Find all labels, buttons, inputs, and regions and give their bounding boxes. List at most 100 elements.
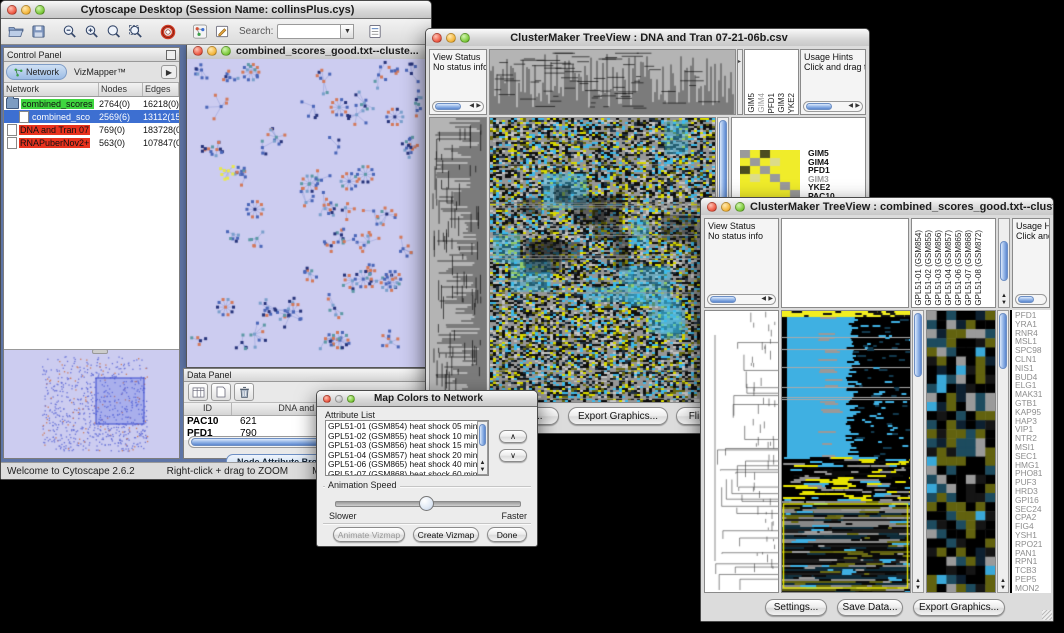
scrollbar-thumb[interactable] [479, 424, 486, 446]
scrollbar-thumb[interactable] [710, 296, 736, 303]
attribute-list-vscrollbar[interactable]: ▲▼ [477, 421, 488, 475]
network-tree-row[interactable]: DNA and Tran 07 769(0) 183728(0) [4, 123, 179, 136]
move-attribute-down-button[interactable]: ∨ [499, 449, 527, 462]
tv2-save-data-button[interactable]: Save Data... [837, 599, 903, 616]
network-window-titlebar[interactable]: combined_scores_good.txt--cluste... [187, 45, 431, 60]
gene-label[interactable]: MON2 [1015, 584, 1051, 593]
new-attribute-icon[interactable] [211, 383, 231, 401]
close-button[interactable] [323, 395, 331, 403]
tv2-usage-hscrollbar[interactable] [1015, 294, 1047, 305]
create-vizmap-button[interactable]: Create Vizmap [413, 527, 479, 542]
network-overview-icon[interactable] [191, 23, 209, 40]
scroll-arrows[interactable]: ▲▼ [913, 578, 923, 592]
minimize-button[interactable] [335, 395, 343, 403]
column-dendrogram-canvas[interactable] [490, 50, 735, 114]
zoom-in-icon[interactable] [83, 23, 101, 40]
animation-speed-slider-thumb[interactable] [419, 496, 434, 511]
network-view-window[interactable]: combined_scores_good.txt--cluste... [186, 45, 431, 368]
tv2-settings-button[interactable]: Settings... [765, 599, 827, 616]
scroll-right-arrow[interactable]: ▶ [855, 102, 860, 111]
tv2-status-hscrollbar[interactable]: ◀ ▶ [707, 294, 776, 305]
network-tree-row[interactable]: RNAPuberNov2+ 563(0) 107847(0) [4, 136, 179, 149]
zoom-out-icon[interactable] [61, 23, 79, 40]
save-icon[interactable] [29, 23, 47, 40]
help-ring-icon[interactable] [159, 23, 177, 40]
zoom-button[interactable] [221, 46, 231, 56]
scroll-left-arrow[interactable]: ◀ [848, 102, 853, 111]
float-panel-icon[interactable] [166, 50, 176, 60]
scrollbar-thumb[interactable] [914, 313, 922, 377]
network-tree-row[interactable]: combined_scores 2764(0) 16218(0) [4, 97, 179, 110]
scroll-arrows[interactable]: ▲▼ [999, 293, 1009, 307]
dialog-titlebar[interactable]: Map Colors to Network [317, 391, 537, 407]
minimize-button[interactable] [446, 33, 456, 43]
zoom-fit-icon[interactable] [127, 23, 145, 40]
tv2-heatmap-vscrollbar[interactable]: ▲▼ [912, 310, 924, 593]
scrollbar-thumb[interactable] [1000, 241, 1008, 281]
heatmap-canvas[interactable] [490, 118, 715, 402]
zoomed-heatmap-canvas[interactable] [927, 311, 995, 592]
scrollbar-thumb[interactable] [435, 103, 461, 110]
scrollbar-thumb[interactable] [806, 103, 832, 110]
row-dendrogram-canvas[interactable] [430, 118, 486, 402]
treeview2-titlebar[interactable]: ClusterMaker TreeView : combined_scores_… [701, 198, 1053, 216]
zoom-button[interactable] [35, 5, 45, 15]
zoom-button[interactable] [735, 202, 745, 212]
network-tree-row[interactable]: combined_sco 2569(6) 13112(15) [4, 110, 179, 123]
more-tabs-button[interactable]: ▶ [161, 65, 177, 79]
search-input[interactable] [277, 24, 341, 39]
open-folder-icon[interactable] [7, 23, 25, 40]
scroll-right-arrow[interactable]: ▶ [768, 295, 773, 304]
treeview1-titlebar[interactable]: ClusterMaker TreeView : DNA and Tran 07-… [426, 29, 869, 47]
mini-correlation-matrix-canvas[interactable] [740, 150, 800, 198]
network-graph-canvas[interactable] [187, 59, 430, 365]
tv1-splitter-strip[interactable]: ▸ [737, 49, 743, 115]
tv1-row-dendrogram-pane[interactable] [429, 117, 487, 403]
attribute-browser-icon[interactable] [366, 23, 384, 40]
zoom-button[interactable] [347, 395, 355, 403]
delete-attribute-trash-icon[interactable] [234, 383, 254, 401]
tv1-heatmap-pane[interactable] [489, 117, 716, 403]
minimize-button[interactable] [21, 5, 31, 15]
tab-vizmapper[interactable]: VizMapper™ [67, 65, 133, 79]
scrollbar-thumb[interactable] [999, 313, 1007, 369]
close-button[interactable] [7, 5, 17, 15]
done-button[interactable]: Done [487, 527, 527, 542]
tv2-column-tree-pane[interactable] [781, 218, 909, 308]
select-attributes-icon[interactable] [188, 383, 208, 401]
heatmap-canvas[interactable] [782, 311, 910, 592]
annotation-icon[interactable] [213, 23, 231, 40]
tv2-collabel-vscrollbar[interactable]: ▲▼ [998, 218, 1010, 308]
scroll-left-arrow[interactable]: ◀ [761, 295, 766, 304]
resize-grip[interactable] [1042, 610, 1052, 620]
close-button[interactable] [193, 46, 203, 56]
animate-vizmap-button[interactable]: Animate Vizmap [333, 527, 405, 542]
tv2-row-dendrogram-pane[interactable] [704, 310, 779, 593]
tv1-export-graphics-button[interactable]: Export Graphics... [568, 407, 668, 425]
tv1-status-hscrollbar[interactable]: ◀ ▶ [432, 101, 484, 112]
attribute-listbox[interactable]: GPL51-01 (GSM854) heat shock 05 min GPL5… [325, 420, 489, 476]
zoom-selected-icon[interactable] [105, 23, 123, 40]
close-button[interactable] [707, 202, 717, 212]
scroll-left-arrow[interactable]: ◀ [469, 102, 474, 111]
tv2-export-graphics-button[interactable]: Export Graphics... [913, 599, 1005, 616]
network-overview-panel[interactable] [4, 349, 179, 458]
birds-eye-view-canvas[interactable] [4, 350, 179, 457]
scroll-arrows[interactable]: ▲▼ [478, 460, 487, 474]
scroll-arrows[interactable]: ▲▼ [998, 578, 1008, 592]
zoom-button[interactable] [460, 33, 470, 43]
minimize-button[interactable] [721, 202, 731, 212]
tv1-column-dendrogram-pane[interactable] [489, 49, 736, 115]
move-attribute-up-button[interactable]: ∧ [499, 430, 527, 443]
tv2-genelist-vscrollbar[interactable]: ▲▼ [997, 310, 1009, 593]
tv2-zoom-heatmap-pane[interactable] [926, 310, 996, 593]
minimize-button[interactable] [207, 46, 217, 56]
attribute-item[interactable]: GPL51-07 (GSM868) heat shock 60 min [328, 470, 486, 476]
tab-network[interactable]: Network [6, 64, 67, 80]
tv2-heatmap-pane[interactable] [781, 310, 911, 593]
panel-divider-grip[interactable] [92, 349, 108, 354]
scrollbar-thumb[interactable] [1018, 296, 1034, 303]
close-button[interactable] [432, 33, 442, 43]
search-dropdown-arrow[interactable]: ▼ [341, 24, 354, 39]
tv1-usage-hscrollbar[interactable]: ◀ ▶ [803, 101, 863, 112]
